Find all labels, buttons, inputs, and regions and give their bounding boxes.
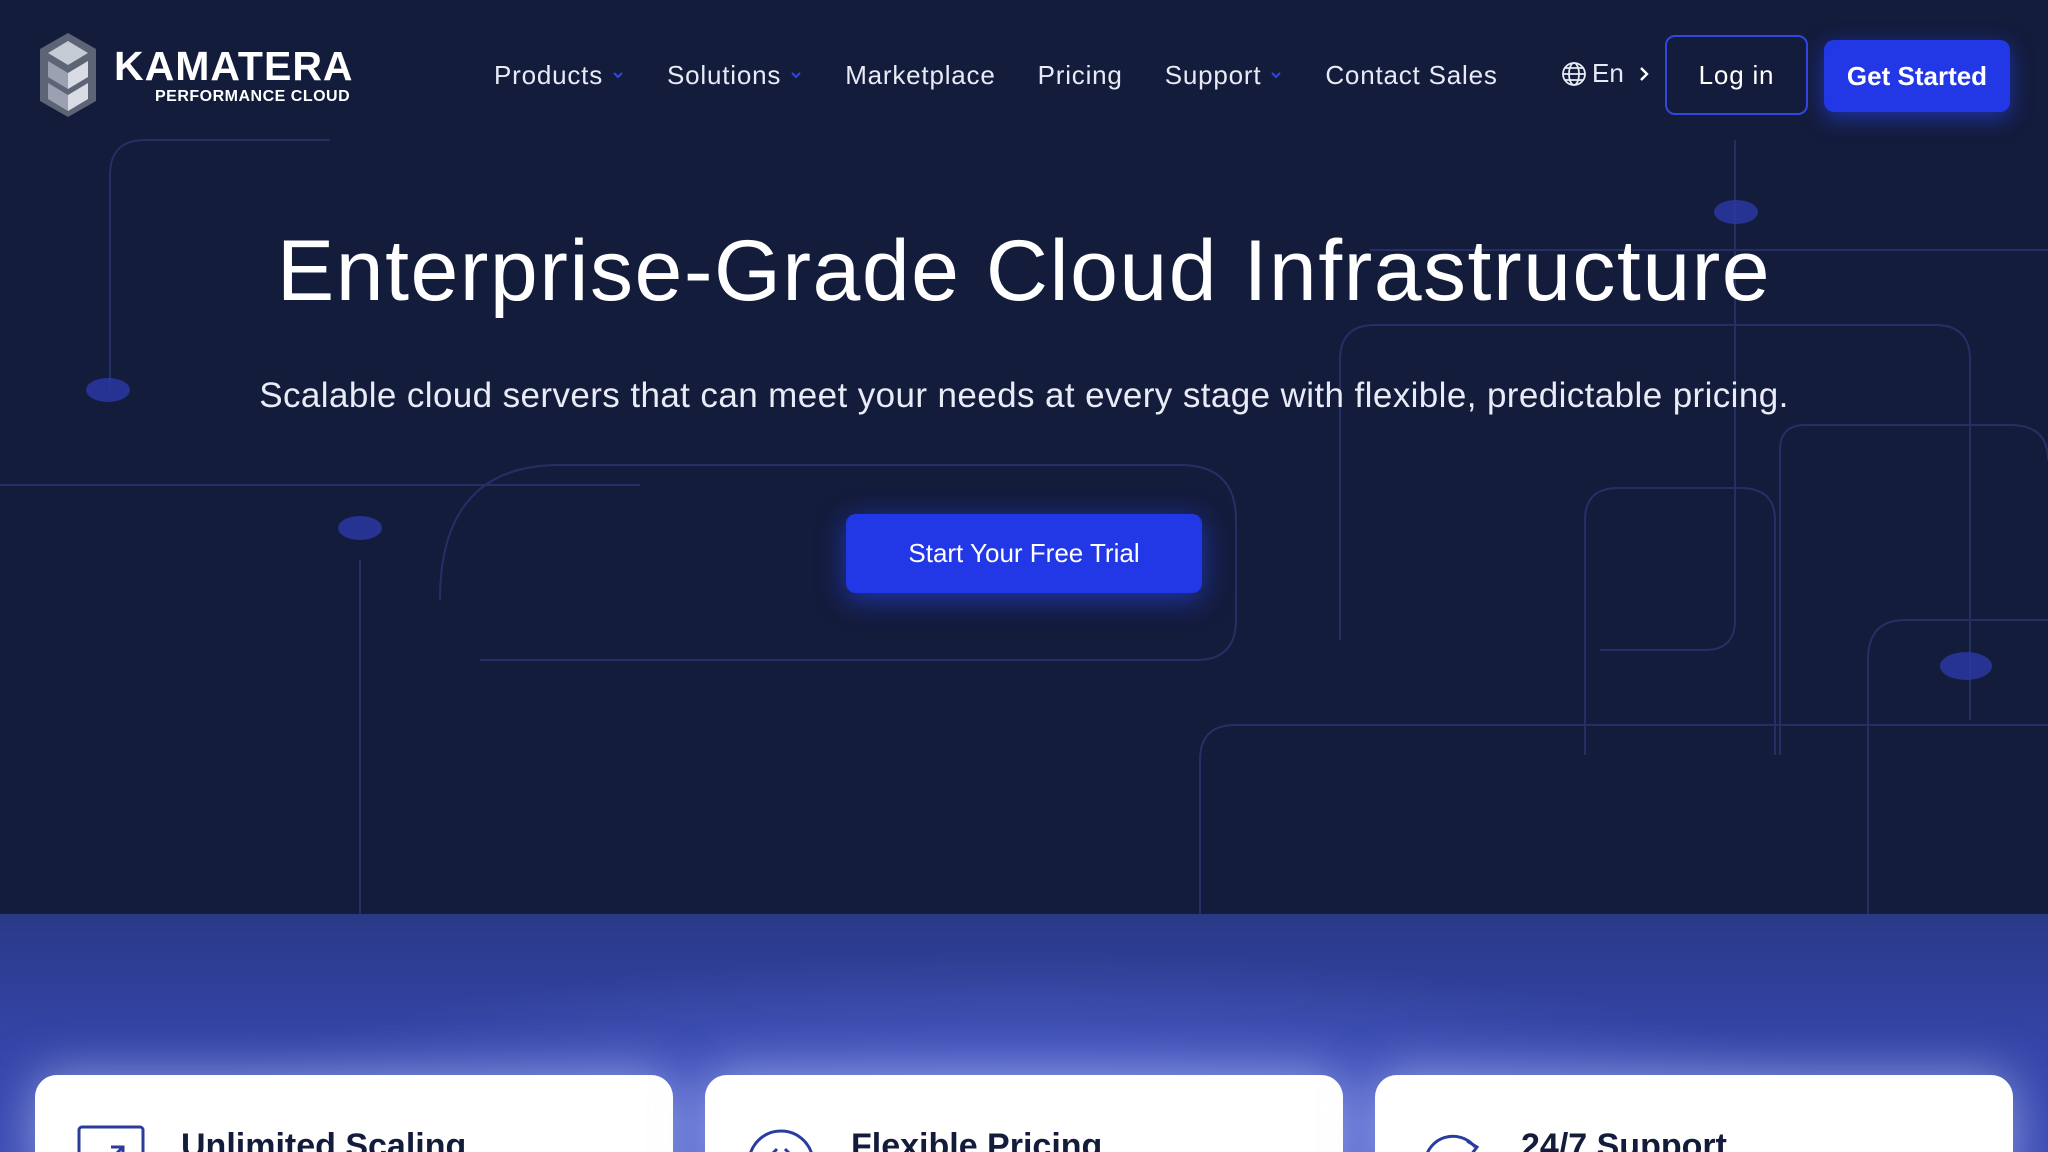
nav-item-solutions[interactable]: Solutions xyxy=(667,60,803,91)
nav-item-products[interactable]: Products xyxy=(494,60,625,91)
support-icon xyxy=(1426,1134,1480,1152)
login-button[interactable]: Log in xyxy=(1665,35,1808,115)
nav-item-contact-sales[interactable]: Contact Sales xyxy=(1325,60,1497,91)
brand-tagline: PERFORMANCE CLOUD xyxy=(155,88,351,105)
chevron-down-icon xyxy=(613,72,623,79)
language-selector[interactable]: En xyxy=(1560,58,1652,89)
chevron-right-icon xyxy=(1639,66,1649,81)
site-header: KAMATERA PERFORMANCE CLOUD Products Solu… xyxy=(0,0,2048,150)
kamatera-logo-icon xyxy=(40,33,96,117)
chevron-down-icon xyxy=(791,72,801,79)
globe-icon xyxy=(1562,61,1586,86)
pricing-icon xyxy=(749,1129,813,1152)
nav-item-label: Pricing xyxy=(1037,59,1123,90)
hero-title: Enterprise-Grade Cloud Infrastructure xyxy=(276,223,1772,319)
free-trial-button[interactable]: Start Your Free Trial xyxy=(846,514,1202,593)
nav-item-label: Products xyxy=(494,59,604,90)
nav-item-label: Support xyxy=(1164,59,1262,90)
brand-name: KAMATERA xyxy=(114,43,354,89)
main-nav: Products Solutions Marketplace Pricing S… xyxy=(494,52,1540,98)
language-label: En xyxy=(1592,58,1624,88)
brand-logo[interactable]: KAMATERA PERFORMANCE CLOUD xyxy=(38,30,358,120)
brand-text: KAMATERA PERFORMANCE CLOUD xyxy=(114,44,354,106)
get-started-button[interactable]: Get Started xyxy=(1824,40,2010,112)
nav-item-label: Contact Sales xyxy=(1325,59,1498,90)
feature-title: 24/7 Support xyxy=(1521,1127,1727,1152)
nav-item-label: Solutions xyxy=(667,59,782,90)
feature-card-support[interactable]: 24/7 Support xyxy=(1375,1075,2013,1152)
nav-item-pricing[interactable]: Pricing xyxy=(1038,60,1123,91)
page: KAMATERA PERFORMANCE CLOUD Products Solu… xyxy=(0,0,2048,1152)
hero-subtitle: Scalable cloud servers that can meet you… xyxy=(259,376,1789,415)
feature-card-pricing[interactable]: Flexible Pricing xyxy=(705,1075,1343,1152)
nav-item-marketplace[interactable]: Marketplace xyxy=(845,60,995,91)
feature-title: Flexible Pricing xyxy=(851,1127,1103,1152)
nav-item-label: Marketplace xyxy=(845,59,996,90)
feature-title: Unlimited Scaling xyxy=(181,1127,467,1152)
feature-card-scaling[interactable]: Unlimited Scaling xyxy=(35,1075,673,1152)
nav-item-support[interactable]: Support xyxy=(1165,60,1284,91)
chevron-down-icon xyxy=(1271,72,1282,79)
scaling-icon xyxy=(77,1125,145,1152)
